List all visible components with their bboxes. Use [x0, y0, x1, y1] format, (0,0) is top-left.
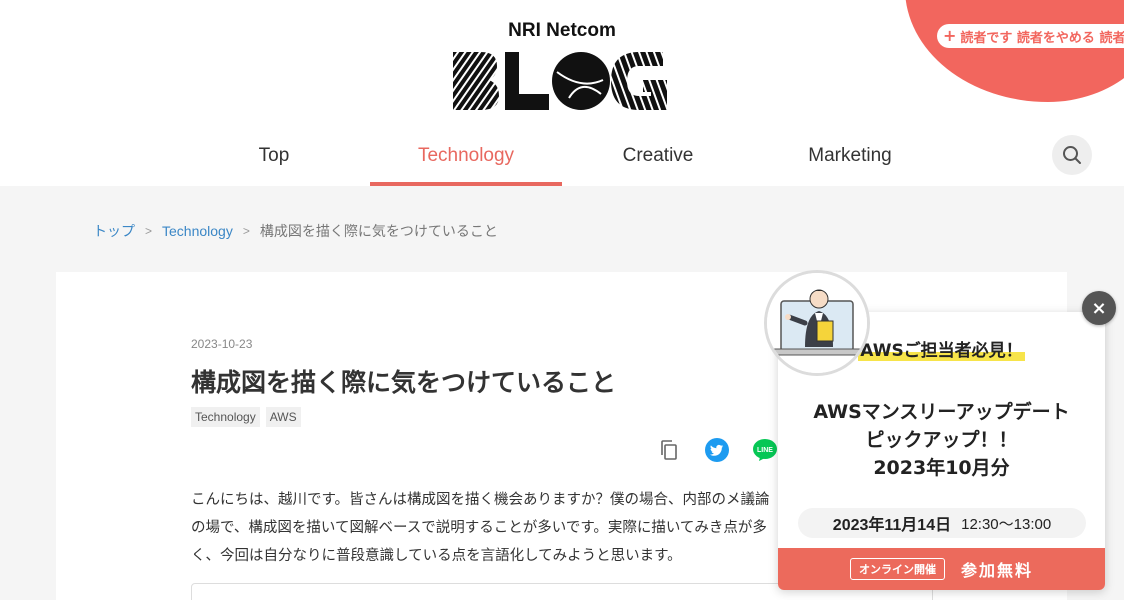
header-decoration-blob — [905, 0, 1124, 102]
copy-icon — [661, 440, 677, 460]
article-date: 2023-10-23 — [191, 337, 253, 351]
blog-logo[interactable] — [451, 50, 669, 112]
popup-title-line: 2023年10月分 — [873, 457, 1010, 479]
search-button[interactable] — [1052, 135, 1092, 175]
article-body: こんにちは、越川です。皆さんは構成図を描く機会ありますか？僕の場合、内部のメ議論… — [191, 492, 770, 564]
popup-kicker-text: AWSご担当者必見！ — [858, 341, 1025, 361]
presenter-avatar — [764, 270, 870, 376]
brand-name: NRI Netcom — [508, 20, 616, 41]
popup-title: AWSマンスリーアップデート ピックアップ！！ 2023年10月分 — [778, 398, 1105, 482]
main-nav: Top Technology Creative Marketing — [0, 125, 1124, 186]
line-share-button[interactable]: LINE — [752, 437, 778, 463]
breadcrumb: トップ > Technology > 構成図を描く際に気をつけていること — [93, 221, 498, 241]
nav-item-creative[interactable]: Creative — [562, 125, 754, 186]
popup-title-line: AWSマンスリーアップデート — [813, 401, 1070, 423]
twitter-share-button[interactable] — [704, 437, 730, 463]
twitter-icon — [705, 438, 729, 462]
breadcrumb-separator: > — [242, 224, 250, 238]
popup-title-line: ピックアップ！！ — [865, 429, 1018, 451]
breadcrumb-link-top[interactable]: トップ — [93, 221, 135, 241]
nav-item-technology[interactable]: Technology — [370, 125, 562, 186]
search-icon — [1063, 146, 1081, 164]
article-title: 構成図を描く際に気をつけていること — [191, 368, 617, 397]
presenter-illustration — [767, 273, 867, 373]
line-icon-label: LINE — [757, 447, 773, 454]
breadcrumb-current: 構成図を描く際に気をつけていること — [259, 223, 498, 239]
popup-datetime: 2023年11月14日 12:30〜13:00 — [798, 508, 1086, 538]
article-tags: Technology AWS — [191, 407, 301, 427]
popup-time: 12:30〜13:00 — [961, 515, 1052, 533]
nav-item-marketing[interactable]: Marketing — [754, 125, 946, 186]
line-icon: LINE — [753, 439, 777, 461]
tag-aws[interactable]: AWS — [265, 407, 301, 427]
copy-link-button[interactable] — [656, 437, 682, 463]
join-free-button[interactable]: オンライン開催 参加無料 — [778, 548, 1105, 590]
join-free-label: 参加無料 — [960, 561, 1033, 580]
popup-date: 2023年11月14日 — [832, 517, 952, 534]
close-popup-button[interactable]: × — [1082, 291, 1116, 325]
breadcrumb-separator: > — [145, 224, 153, 238]
breadcrumb-link-technology[interactable]: Technology — [162, 223, 233, 239]
tag-technology[interactable]: Technology — [191, 407, 260, 427]
nav-item-top[interactable]: Top — [178, 125, 370, 186]
online-badge: オンライン開催 — [849, 558, 945, 580]
close-icon: × — [1091, 297, 1107, 319]
